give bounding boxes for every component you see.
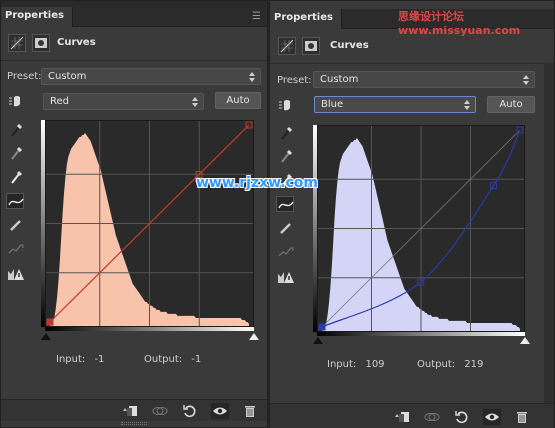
tab-label: Properties [274,12,333,23]
delete-trash-icon[interactable] [513,409,531,425]
channel-select[interactable]: Red [43,93,204,110]
curves-svg[interactable] [46,121,253,326]
mask-icon[interactable] [32,34,50,52]
select-arrows-icon [523,75,530,85]
preset-select[interactable]: Custom [41,68,261,85]
curves-graph[interactable] [317,125,525,332]
channel-value: Red [50,96,69,107]
clip-to-layer-icon[interactable] [393,409,411,425]
curves-properties-panel-left: Properties ☰ Curves Preset: Custom Red A… [0,0,268,428]
input-value: 109 [365,359,385,370]
output-label: Output: [144,354,183,365]
black-point-slider[interactable] [41,333,51,340]
view-previous-state-icon[interactable] [423,409,441,425]
gray-point-eyedropper-icon[interactable] [7,145,25,161]
delete-trash-icon[interactable] [241,403,259,419]
tab-properties[interactable]: Properties [270,9,342,29]
curves-graph[interactable] [45,120,254,327]
panel-menu-icon[interactable]: ☰ [252,11,261,22]
reset-adjustment-icon[interactable] [453,409,471,425]
panel-footer [270,403,554,428]
panel-scrollbar[interactable] [544,63,554,403]
output-readout: Output: -1 [144,354,201,365]
input-gradient-bar [317,332,525,336]
clipping-warning-icon[interactable] [277,269,295,285]
white-point-slider[interactable] [249,333,259,340]
select-arrows-icon [192,97,199,107]
smooth-curve-icon[interactable] [277,244,295,260]
output-label: Output: [417,359,456,370]
curve-points-tool-icon[interactable] [6,193,24,209]
auto-button[interactable]: Auto [215,92,261,109]
visibility-eye-icon[interactable] [483,409,501,425]
output-value: -1 [191,354,202,365]
view-previous-state-icon[interactable] [151,403,169,419]
white-point-slider[interactable] [520,337,530,344]
input-value: -1 [94,354,105,365]
curve-control-point[interactable] [46,318,54,326]
mask-icon[interactable] [302,37,320,55]
watermark-center: www.rjzxw.com [196,175,318,191]
panel-header: Curves [1,27,267,61]
gray-point-eyedropper-icon[interactable] [277,148,295,164]
pencil-tool-icon[interactable] [7,217,25,233]
preset-value: Custom [48,71,87,82]
reset-adjustment-icon[interactable] [181,403,199,419]
input-readout: Input: 109 [327,359,385,370]
curve-control-point[interactable] [318,323,326,331]
hand-targeted-adjustment-icon[interactable] [7,93,25,109]
preset-label: Preset: [7,71,42,82]
black-point-eyedropper-icon[interactable] [7,122,25,138]
auto-button[interactable]: Auto [487,96,535,113]
resize-grip[interactable] [121,422,147,425]
input-gradient-bar [45,327,254,331]
curves-svg[interactable] [318,126,524,331]
input-label: Input: [327,359,357,370]
curves-adjustment-icon [278,37,296,55]
tab-label: Properties [5,10,64,21]
output-readout: Output: 219 [417,359,483,370]
tab-properties[interactable]: Properties [1,7,73,27]
visibility-eye-icon[interactable] [211,403,229,419]
curve-points-tool-icon[interactable] [276,196,294,212]
panel-title: Curves [57,37,96,48]
clipping-warning-icon[interactable] [7,266,25,282]
select-arrows-icon [464,100,471,110]
channel-value: Blue [321,99,344,110]
panel-footer [1,399,267,421]
input-label: Input: [56,354,86,365]
panel-title: Curves [330,40,369,51]
hand-targeted-adjustment-icon[interactable] [277,97,295,113]
input-readout: Input: -1 [56,354,104,365]
clip-to-layer-icon[interactable] [121,403,139,419]
smooth-curve-icon[interactable] [7,241,25,257]
output-value: 219 [464,359,484,370]
curves-properties-panel-right: Properties Curves Preset: Custom Blue Au… [269,0,555,428]
black-point-eyedropper-icon[interactable] [277,125,295,141]
select-arrows-icon [249,72,256,82]
preset-value: Custom [320,74,359,85]
tab-bar: Properties ☰ [1,7,267,27]
white-point-eyedropper-icon[interactable] [7,169,25,185]
curves-adjustment-icon [8,34,26,52]
preset-select[interactable]: Custom [313,71,535,88]
black-point-slider[interactable] [313,337,323,344]
pencil-tool-icon[interactable] [277,220,295,236]
preset-label: Preset: [277,75,312,86]
watermark-top-right: 思缘设计论坛 www.missyuan.com [398,10,521,37]
channel-select[interactable]: Blue [314,96,476,113]
